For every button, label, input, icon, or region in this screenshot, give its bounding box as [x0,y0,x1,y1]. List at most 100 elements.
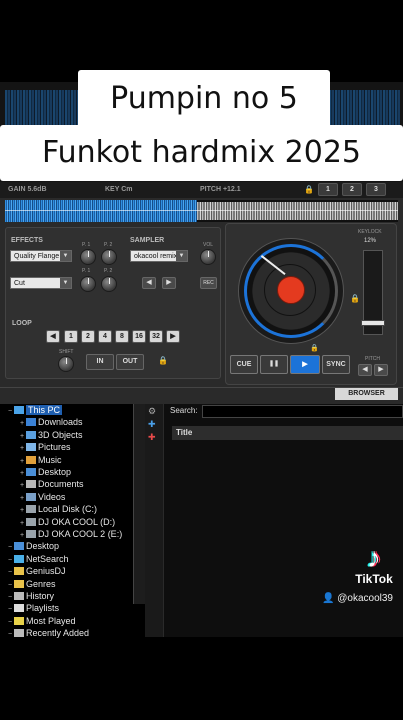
tree-item[interactable]: + Videos [20,491,65,503]
effect2-param2-knob[interactable] [101,276,117,292]
effect2-param1-knob[interactable] [80,276,96,292]
shift-label: SHIFT [59,349,74,355]
loop-in-button[interactable]: IN [86,354,114,370]
tree-item[interactable]: − This PC [8,404,63,416]
tree-item[interactable]: + Downloads [20,416,83,428]
browser-side-buttons: ⚙ ✚ ✚ [145,404,163,637]
tree-item[interactable]: + Music [20,454,62,466]
tree-item[interactable]: − Desktop [8,540,59,552]
loop-size-8-button[interactable]: 8 [115,330,129,343]
sampler-select[interactable]: okacool remix ▼ [130,250,188,262]
tree-item[interactable]: + DJ OKA COOL 2 (E:) [20,528,122,540]
sampler-prev-button[interactable]: ◀ [142,277,156,289]
effect2-select[interactable]: Cut ▼ [10,277,72,289]
add-folder-icon[interactable]: ✚ [148,419,160,429]
tree-item[interactable]: + Pictures [20,441,71,453]
username-text: @okacool39 [337,593,393,604]
waveform-played [5,200,197,222]
keylock-label: KEYLOCK [358,229,382,235]
tree-item[interactable]: + DJ OKA COOL (D:) [20,516,115,528]
tree-item[interactable]: − Genres [8,578,56,590]
tree-item-label: Recently Added [26,628,90,639]
tree-item[interactable]: + Desktop [20,466,71,478]
tiktok-logo-icon: ♪ [367,542,381,573]
drive-icon [26,517,36,526]
tree-item[interactable]: − Playlists [8,602,59,614]
tree-item[interactable]: + Local Disk (C:) [20,503,97,515]
tree-item-label: DJ OKA COOL (D:) [38,516,116,527]
pause-button[interactable]: ❚❚ [260,355,288,374]
waveform-remaining [197,202,398,220]
star-icon [14,616,24,625]
cube-icon [26,430,36,439]
folder-icon [14,579,24,588]
chevron-down-icon: ▼ [176,251,187,261]
track-waveform[interactable] [5,200,398,222]
video-icon [26,492,36,501]
search-folder-icon[interactable]: ⚙ [148,406,160,416]
loop-out-button[interactable]: OUT [116,354,144,370]
folder-tree-scrollbar[interactable] [133,404,145,604]
sampler-volume-knob[interactable] [200,249,216,265]
pitch-bend-up-button[interactable]: ▶ [374,364,388,376]
loop-shift-knob[interactable] [58,356,74,372]
effect1-param2-knob[interactable] [101,249,117,265]
clock-icon [14,629,24,638]
tiktok-username: 👤 @okacool39 [322,593,393,604]
remove-folder-icon[interactable]: ✚ [148,432,160,442]
tree-item-label: Local Disk (C:) [38,504,98,515]
pitch-button-2[interactable]: 2 [342,183,362,196]
loop-halve-button[interactable]: ◀ [46,330,60,343]
play-button[interactable]: ▶ [290,355,320,374]
pitch-bend-down-button[interactable]: ◀ [358,364,372,376]
loop-double-button[interactable]: ▶ [166,330,180,343]
tree-item[interactable]: − GeniusDJ [8,565,66,577]
effect1-select[interactable]: Quality Flange ▼ [10,250,72,262]
cue-button[interactable]: CUE [230,355,258,374]
tree-item-label: History [26,591,55,601]
lock-icon: 🔒 [310,345,319,352]
sampler-next-button[interactable]: ▶ [162,277,176,289]
pitch-slider-handle[interactable] [361,320,385,326]
effect1-param1-label: P. 1 [82,242,91,248]
search-input[interactable] [202,405,403,418]
tree-item[interactable]: − Most Played [8,615,76,627]
sampler-rec-button[interactable]: REC [200,277,217,289]
pitch-button-3[interactable]: 3 [366,183,386,196]
effect2-param2-label: P. 2 [104,268,113,274]
folder-tree: − This PC + Downloads +3D Objects + Pictures + M… [0,404,145,639]
loop-label: LOOP [12,320,32,327]
globe-icon [14,554,24,563]
drive-icon [26,530,36,538]
gain-label: GAIN 5.6dB [8,186,47,193]
pitch-label: PITCH +12.1 [200,186,241,193]
column-header-title[interactable]: Title [172,426,403,440]
effects-label: EFFECTS [11,237,43,244]
tree-item-label: This PC [26,405,63,415]
pitch-button-1[interactable]: 1 [318,183,338,196]
triangle-right-icon: ▶ [378,366,384,373]
keylock-value: 12% [364,238,377,244]
sync-button[interactable]: SYNC [322,355,350,374]
triangle-right-icon: ▶ [170,333,176,340]
tree-item[interactable]: − History [8,590,54,602]
monitor-icon [26,468,36,476]
tiktok-brand: TikTok [355,572,393,586]
effect1-param1-knob[interactable] [80,249,96,265]
loop-size-2-button[interactable]: 2 [81,330,95,343]
waveform-centerline [5,210,398,211]
effect1-param2-label: P. 2 [104,242,113,248]
key-label: KEY Cm [105,186,133,193]
browser-tab[interactable]: BROWSER [335,388,398,400]
tree-item[interactable]: + Documents [20,478,84,490]
loop-size-4-button[interactable]: 4 [98,330,112,343]
computer-icon [14,406,24,414]
tree-item[interactable]: − Recently Added [8,627,89,639]
tree-item[interactable]: − NetSearch [8,553,69,565]
search-label: Search: [170,406,198,415]
loop-size-16-button[interactable]: 16 [132,330,146,343]
loop-size-32-button[interactable]: 32 [149,330,163,343]
sampler-value: okacool remix [134,253,178,260]
tree-item[interactable]: +3D Objects [20,429,83,441]
loop-size-1-button[interactable]: 1 [64,330,78,343]
